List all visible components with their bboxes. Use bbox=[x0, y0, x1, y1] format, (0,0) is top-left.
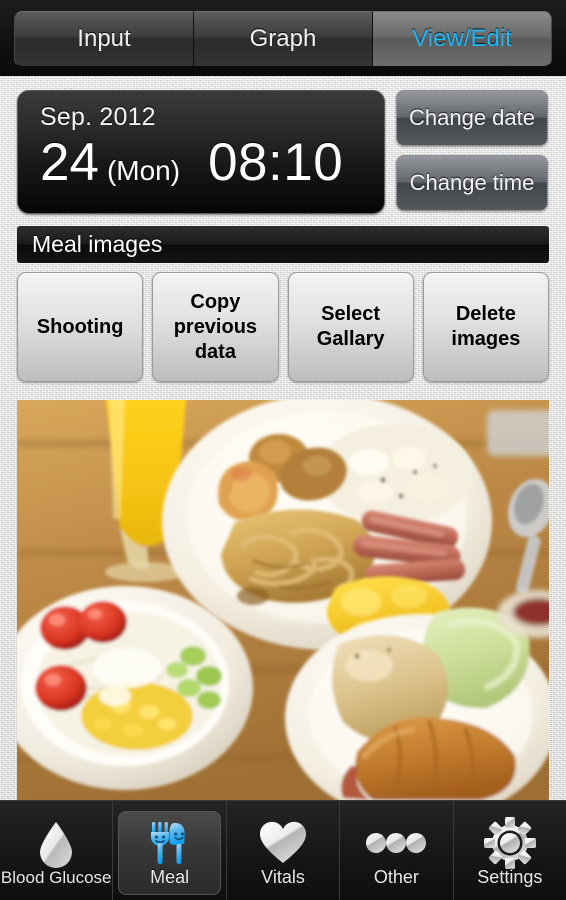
tab-view-edit[interactable]: View/Edit bbox=[373, 11, 552, 67]
tab-graph-label: Graph bbox=[249, 25, 317, 52]
tab-input-label: Input bbox=[77, 25, 131, 52]
gear-icon bbox=[483, 817, 536, 869]
change-time-label: Change time bbox=[409, 170, 535, 195]
select-gallary-button[interactable]: Select Gallary bbox=[287, 272, 414, 382]
nav-label-settings: Settings bbox=[477, 867, 543, 887]
nav-item-other[interactable]: Other bbox=[340, 801, 454, 900]
nav-label-vitals: Vitals bbox=[261, 867, 305, 887]
meal-photo[interactable] bbox=[17, 400, 549, 800]
date-day: 24 bbox=[40, 133, 99, 192]
shooting-button-label: Shooting bbox=[36, 315, 124, 338]
delete-images-button[interactable]: Delete images bbox=[422, 272, 549, 382]
nav-item-vitals[interactable]: Vitals bbox=[227, 801, 341, 900]
meal-action-row: Shooting Copy previous data Select Galla… bbox=[17, 272, 549, 382]
copy-previous-data-button-label: Copy previous data bbox=[173, 290, 258, 363]
date-main-line: 24 (Mon) 08:10 bbox=[40, 134, 384, 192]
datetime-row: Sep. 2012 24 (Mon) 08:10 Change date Cha… bbox=[0, 90, 566, 214]
shooting-button[interactable]: Shooting bbox=[17, 272, 144, 382]
tab-view-edit-label: View/Edit bbox=[412, 25, 512, 52]
nav-label-meal: Meal bbox=[150, 867, 190, 887]
tab-graph[interactable]: Graph bbox=[194, 11, 373, 67]
select-gallary-button-label: Select Gallary bbox=[316, 303, 385, 350]
delete-images-button-label: Delete images bbox=[451, 303, 521, 350]
tab-input[interactable]: Input bbox=[14, 11, 194, 67]
copy-previous-data-button[interactable]: Copy previous data bbox=[152, 272, 279, 382]
bottom-nav-bar: Blood Glucose Meal Vitals Other Settings bbox=[0, 800, 566, 900]
change-date-label: Change date bbox=[409, 105, 535, 130]
fork-knife-icon bbox=[145, 817, 195, 869]
droplet-icon bbox=[36, 818, 76, 870]
meal-photo-image bbox=[17, 400, 549, 800]
change-time-button[interactable]: Change time bbox=[396, 155, 548, 211]
app-screen: Input Graph View/Edit Sep. 2012 24 (Mon)… bbox=[0, 0, 566, 900]
date-day-of-week: (Mon) bbox=[106, 155, 181, 186]
nav-label-blood-glucose: Blood Glucose bbox=[0, 867, 112, 887]
nav-item-settings[interactable]: Settings bbox=[454, 801, 566, 900]
top-tab-bar: Input Graph View/Edit bbox=[0, 0, 566, 76]
meal-images-title: Meal images bbox=[32, 231, 163, 257]
nav-item-meal[interactable]: Meal bbox=[113, 801, 227, 900]
change-date-button[interactable]: Change date bbox=[396, 90, 548, 146]
date-month-year: Sep. 2012 bbox=[40, 103, 156, 131]
datetime-panel[interactable]: Sep. 2012 24 (Mon) 08:10 bbox=[17, 90, 385, 214]
nav-label-other: Other bbox=[373, 867, 419, 887]
meal-images-header: Meal images bbox=[17, 226, 549, 263]
nav-item-blood-glucose[interactable]: Blood Glucose bbox=[0, 801, 114, 900]
ellipsis-icon bbox=[365, 817, 427, 869]
date-time: 08:10 bbox=[208, 133, 344, 192]
heart-icon bbox=[258, 817, 308, 869]
